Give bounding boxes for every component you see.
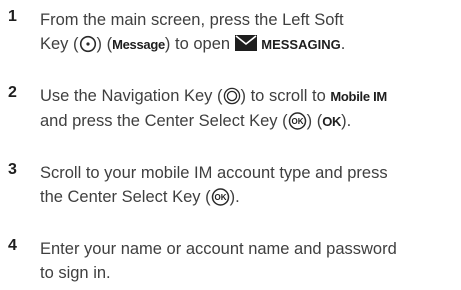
step-number: 1 bbox=[8, 8, 17, 25]
ok-glyph: OK bbox=[291, 117, 303, 126]
step-line: Scroll to your mobile IM account type an… bbox=[40, 161, 456, 185]
step-text-segment: Key ( bbox=[40, 35, 79, 53]
step-text-segment: ) ( bbox=[96, 35, 113, 53]
step-text: From the main screen, press the Left Sof… bbox=[40, 8, 456, 57]
step-text-segment: ) to scroll to bbox=[240, 87, 326, 105]
step-line: the Center Select Key (OK). bbox=[40, 185, 456, 209]
step-text-segment: ). bbox=[341, 112, 352, 130]
step-text-segment: ). bbox=[229, 188, 240, 206]
step-number: 2 bbox=[8, 84, 17, 101]
step-line: to sign in. bbox=[40, 261, 456, 285]
step-line: Enter your name or account name and pass… bbox=[40, 237, 456, 261]
step-number: 4 bbox=[8, 237, 17, 254]
step-text-segment: . bbox=[340, 35, 346, 53]
center-select-key-icon: OK bbox=[288, 112, 306, 130]
ok-glyph: OK bbox=[214, 193, 226, 202]
menu-label-mobile-im: Mobile IM bbox=[330, 89, 387, 104]
step-text-segment: From the main screen, press the Left Sof… bbox=[40, 11, 344, 29]
step-line: Key ( ) (Message) to open MESSAGING. bbox=[40, 32, 456, 57]
key-label-message: Message bbox=[112, 37, 165, 52]
step-text-segment: the Center Select Key ( bbox=[40, 188, 211, 206]
step-line: Use the Navigation Key ( ) to scroll to M… bbox=[40, 84, 456, 109]
step-text-segment: ) to open bbox=[164, 35, 231, 53]
left-soft-key-icon bbox=[79, 35, 96, 53]
envelope-icon bbox=[234, 35, 257, 51]
step-text-segment: to sign in. bbox=[40, 264, 111, 282]
step-line: From the main screen, press the Left Sof… bbox=[40, 8, 456, 32]
step-text: Scroll to your mobile IM account type an… bbox=[40, 161, 456, 209]
instruction-page: 1 From the main screen, press the Left S… bbox=[0, 0, 461, 290]
step-text: Use the Navigation Key ( ) to scroll to M… bbox=[40, 84, 456, 134]
key-label-ok: OK bbox=[322, 114, 342, 129]
step-line: and press the Center Select Key (OK) (OK… bbox=[40, 109, 456, 134]
menu-label-messaging: MESSAGING bbox=[261, 37, 341, 52]
step-text-segment: Use the Navigation Key ( bbox=[40, 87, 223, 105]
step-text-segment: Scroll to your mobile IM account type an… bbox=[40, 164, 388, 182]
step-text-segment: Enter your name or account name and pass… bbox=[40, 240, 397, 258]
step-number: 3 bbox=[8, 161, 17, 178]
step-text-segment: and press the Center Select Key ( bbox=[40, 112, 288, 130]
step-text: Enter your name or account name and pass… bbox=[40, 237, 456, 285]
navigation-key-icon bbox=[223, 87, 240, 105]
center-select-key-icon: OK bbox=[211, 188, 229, 206]
step-text-segment: ) ( bbox=[306, 112, 323, 130]
